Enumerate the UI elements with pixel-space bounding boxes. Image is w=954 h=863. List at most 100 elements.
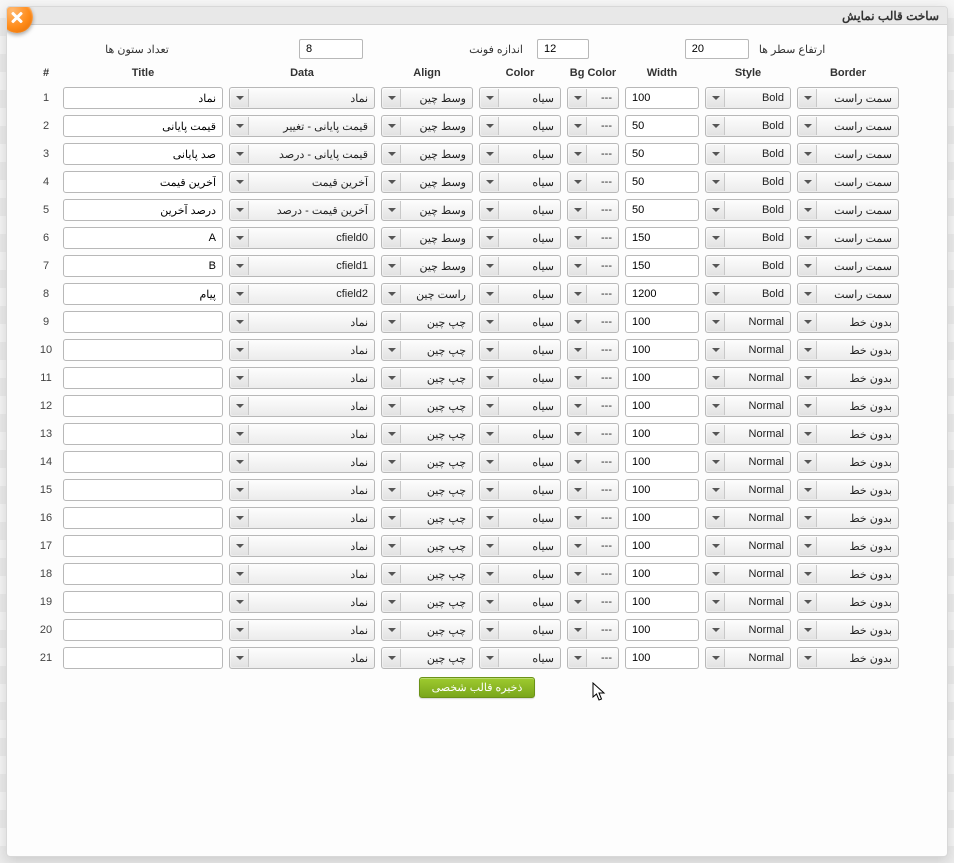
width-input[interactable] xyxy=(625,143,699,165)
style-dropdown[interactable]: Normal xyxy=(705,339,791,361)
color-dropdown[interactable]: سیاه xyxy=(479,87,561,109)
title-input[interactable] xyxy=(63,423,223,445)
color-dropdown[interactable]: سیاه xyxy=(479,451,561,473)
color-dropdown[interactable]: سیاه xyxy=(479,619,561,641)
align-dropdown[interactable]: چپ چین xyxy=(381,423,473,445)
color-dropdown[interactable]: سیاه xyxy=(479,647,561,669)
bgcolor-dropdown[interactable]: --- xyxy=(567,87,619,109)
border-dropdown[interactable]: بدون خط xyxy=(797,619,899,641)
style-dropdown[interactable]: Normal xyxy=(705,535,791,557)
border-dropdown[interactable]: بدون خط xyxy=(797,423,899,445)
style-dropdown[interactable]: Bold xyxy=(705,171,791,193)
width-input[interactable] xyxy=(625,395,699,417)
border-dropdown[interactable]: بدون خط xyxy=(797,507,899,529)
style-dropdown[interactable]: Normal xyxy=(705,563,791,585)
data-dropdown[interactable]: آخرین قیمت xyxy=(229,171,375,193)
data-dropdown[interactable]: نماد xyxy=(229,87,375,109)
color-dropdown[interactable]: سیاه xyxy=(479,255,561,277)
align-dropdown[interactable]: چپ چین xyxy=(381,535,473,557)
data-dropdown[interactable]: نماد xyxy=(229,423,375,445)
align-dropdown[interactable]: چپ چین xyxy=(381,367,473,389)
title-input[interactable] xyxy=(63,395,223,417)
style-dropdown[interactable]: Normal xyxy=(705,367,791,389)
bgcolor-dropdown[interactable]: --- xyxy=(567,339,619,361)
color-dropdown[interactable]: سیاه xyxy=(479,283,561,305)
bgcolor-dropdown[interactable]: --- xyxy=(567,423,619,445)
style-dropdown[interactable]: Normal xyxy=(705,423,791,445)
title-input[interactable] xyxy=(63,619,223,641)
color-dropdown[interactable]: سیاه xyxy=(479,171,561,193)
border-dropdown[interactable]: بدون خط xyxy=(797,451,899,473)
align-dropdown[interactable]: چپ چین xyxy=(381,507,473,529)
title-input[interactable] xyxy=(63,199,223,221)
style-dropdown[interactable]: Bold xyxy=(705,115,791,137)
border-dropdown[interactable]: سمت راست xyxy=(797,255,899,277)
data-dropdown[interactable]: نماد xyxy=(229,647,375,669)
align-dropdown[interactable]: وسط چین xyxy=(381,255,473,277)
width-input[interactable] xyxy=(625,507,699,529)
border-dropdown[interactable]: بدون خط xyxy=(797,367,899,389)
data-dropdown[interactable]: نماد xyxy=(229,479,375,501)
color-dropdown[interactable]: سیاه xyxy=(479,591,561,613)
color-dropdown[interactable]: سیاه xyxy=(479,115,561,137)
color-dropdown[interactable]: سیاه xyxy=(479,143,561,165)
width-input[interactable] xyxy=(625,451,699,473)
align-dropdown[interactable]: چپ چین xyxy=(381,647,473,669)
data-dropdown[interactable]: نماد xyxy=(229,311,375,333)
align-dropdown[interactable]: وسط چین xyxy=(381,115,473,137)
width-input[interactable] xyxy=(625,563,699,585)
title-input[interactable] xyxy=(63,87,223,109)
title-input[interactable] xyxy=(63,367,223,389)
data-dropdown[interactable]: cfield2 xyxy=(229,283,375,305)
color-dropdown[interactable]: سیاه xyxy=(479,339,561,361)
bgcolor-dropdown[interactable]: --- xyxy=(567,395,619,417)
bgcolor-dropdown[interactable]: --- xyxy=(567,143,619,165)
color-dropdown[interactable]: سیاه xyxy=(479,479,561,501)
align-dropdown[interactable]: چپ چین xyxy=(381,395,473,417)
row-height-input[interactable] xyxy=(685,39,749,59)
color-dropdown[interactable]: سیاه xyxy=(479,199,561,221)
title-input[interactable] xyxy=(63,591,223,613)
title-input[interactable] xyxy=(63,451,223,473)
border-dropdown[interactable]: سمت راست xyxy=(797,227,899,249)
style-dropdown[interactable]: Normal xyxy=(705,619,791,641)
border-dropdown[interactable]: سمت راست xyxy=(797,171,899,193)
style-dropdown[interactable]: Bold xyxy=(705,143,791,165)
title-input[interactable] xyxy=(63,647,223,669)
title-input[interactable] xyxy=(63,283,223,305)
data-dropdown[interactable]: نماد xyxy=(229,535,375,557)
bgcolor-dropdown[interactable]: --- xyxy=(567,507,619,529)
align-dropdown[interactable]: وسط چین xyxy=(381,87,473,109)
width-input[interactable] xyxy=(625,199,699,221)
width-input[interactable] xyxy=(625,423,699,445)
data-dropdown[interactable]: نماد xyxy=(229,367,375,389)
border-dropdown[interactable]: سمت راست xyxy=(797,87,899,109)
color-dropdown[interactable]: سیاه xyxy=(479,535,561,557)
columns-count-input[interactable] xyxy=(299,39,363,59)
style-dropdown[interactable]: Bold xyxy=(705,227,791,249)
border-dropdown[interactable]: بدون خط xyxy=(797,563,899,585)
align-dropdown[interactable]: چپ چین xyxy=(381,451,473,473)
align-dropdown[interactable]: چپ چین xyxy=(381,339,473,361)
border-dropdown[interactable]: سمت راست xyxy=(797,199,899,221)
bgcolor-dropdown[interactable]: --- xyxy=(567,227,619,249)
width-input[interactable] xyxy=(625,647,699,669)
width-input[interactable] xyxy=(625,171,699,193)
style-dropdown[interactable]: Normal xyxy=(705,395,791,417)
data-dropdown[interactable]: نماد xyxy=(229,591,375,613)
title-input[interactable] xyxy=(63,311,223,333)
width-input[interactable] xyxy=(625,535,699,557)
data-dropdown[interactable]: قیمت پایانی - درصد xyxy=(229,143,375,165)
title-input[interactable] xyxy=(63,143,223,165)
bgcolor-dropdown[interactable]: --- xyxy=(567,199,619,221)
border-dropdown[interactable]: سمت راست xyxy=(797,143,899,165)
title-input[interactable] xyxy=(63,227,223,249)
border-dropdown[interactable]: سمت راست xyxy=(797,115,899,137)
bgcolor-dropdown[interactable]: --- xyxy=(567,283,619,305)
bgcolor-dropdown[interactable]: --- xyxy=(567,311,619,333)
color-dropdown[interactable]: سیاه xyxy=(479,423,561,445)
align-dropdown[interactable]: چپ چین xyxy=(381,619,473,641)
align-dropdown[interactable]: وسط چین xyxy=(381,143,473,165)
data-dropdown[interactable]: آخرین قیمت - درصد xyxy=(229,199,375,221)
border-dropdown[interactable]: بدون خط xyxy=(797,395,899,417)
